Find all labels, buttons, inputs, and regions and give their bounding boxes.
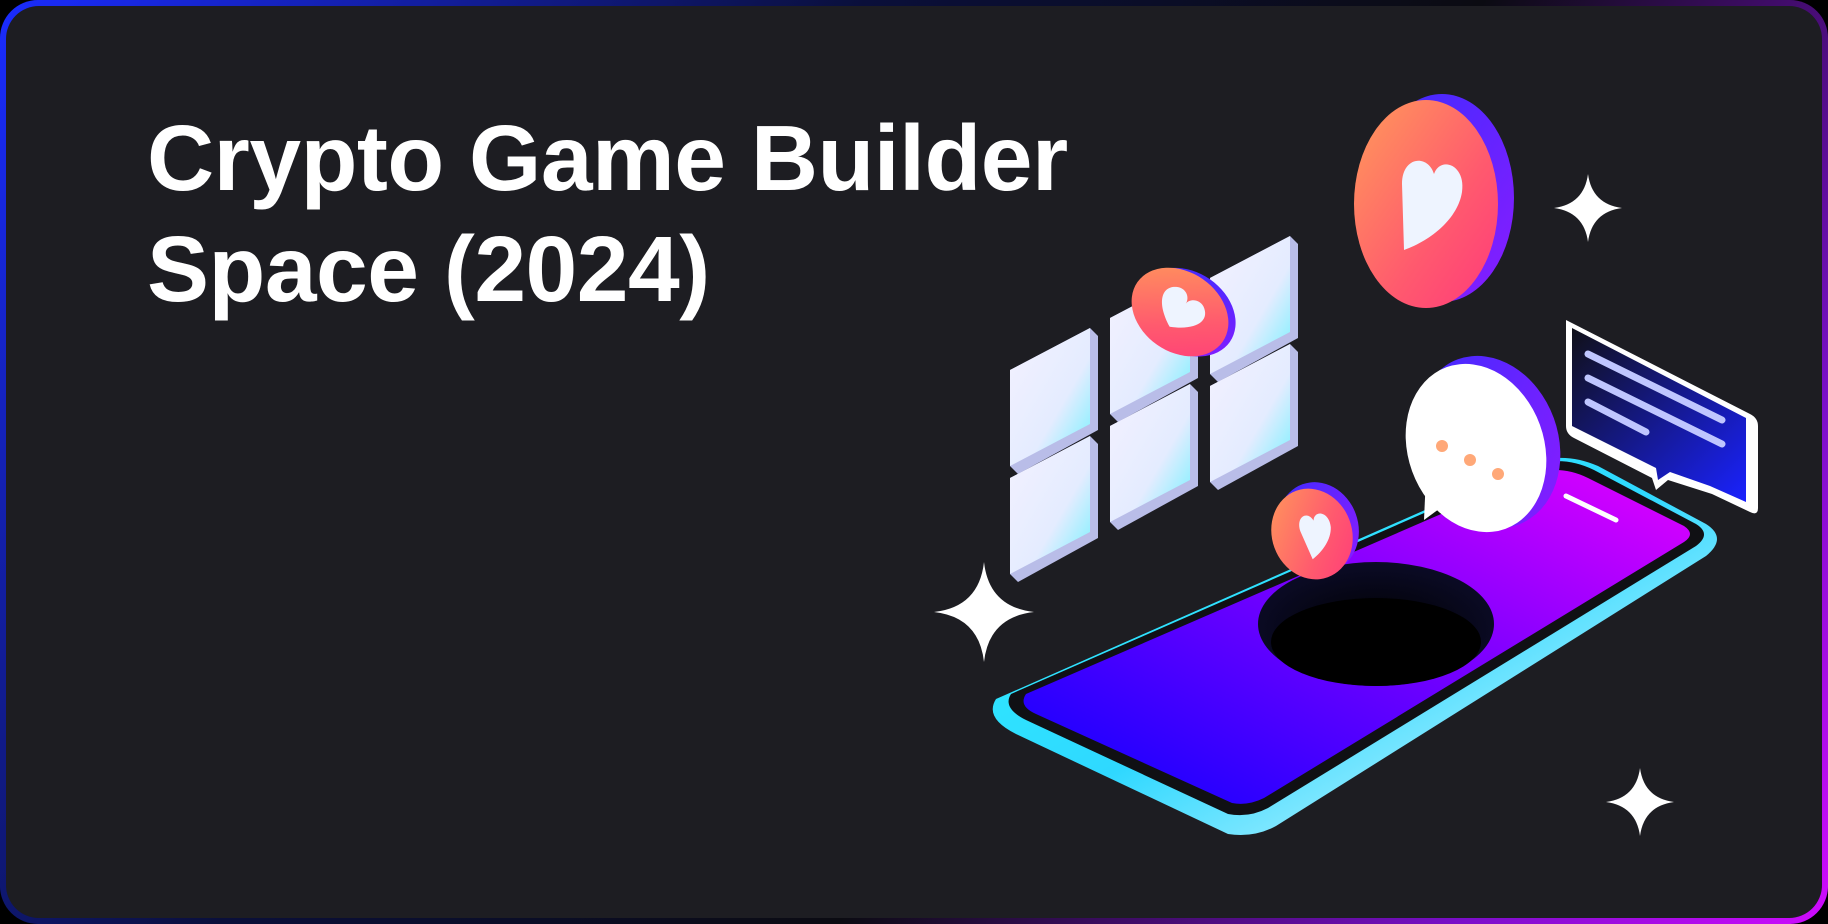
heart-icon <box>1354 94 1514 308</box>
crypto-illustration <box>934 94 1758 836</box>
card-border: Crypto Game Builder Space (2024) <box>0 0 1828 924</box>
sparkle-icon <box>1554 174 1622 242</box>
sparkle-icon <box>1606 768 1674 836</box>
hero-card: Crypto Game Builder Space (2024) <box>6 6 1822 918</box>
